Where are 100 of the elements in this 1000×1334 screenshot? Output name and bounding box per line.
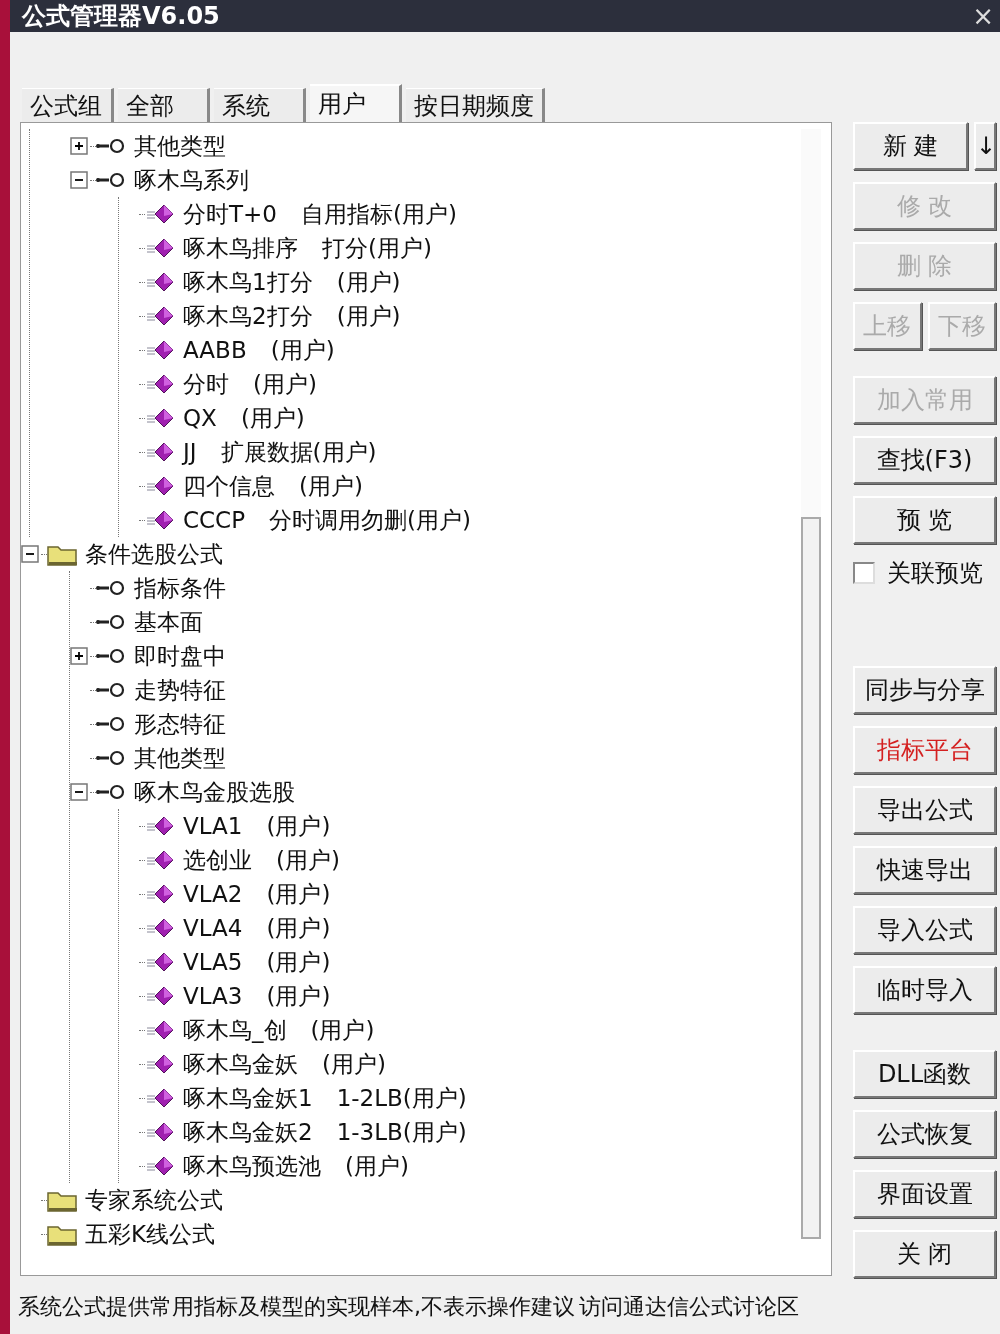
formula-note: (用户) — [336, 267, 401, 297]
checkbox[interactable] — [853, 562, 875, 584]
side-button[interactable]: DLL函数 — [853, 1050, 996, 1098]
formula-note: (用户) — [345, 1151, 409, 1181]
formula-icon — [145, 305, 175, 327]
formula-note: (用户) — [336, 301, 401, 331]
formula-name[interactable]: 啄木鸟排序 — [183, 232, 298, 264]
expand-icon[interactable] — [70, 137, 88, 155]
formula-icon — [145, 917, 175, 939]
formula-name[interactable]: 啄木鸟金妖2 — [183, 1116, 313, 1148]
formula-icon — [145, 951, 175, 973]
formula-icon — [145, 271, 175, 293]
folder-label[interactable]: 专家系统公式 — [85, 1184, 223, 1216]
forum-link[interactable]: 访问通达信公式讨论区 — [579, 1292, 799, 1322]
tab[interactable]: 全部 — [118, 88, 210, 122]
window-title: 公式管理器V6.05 — [22, 2, 220, 30]
formula-note: (用户) — [266, 981, 331, 1011]
folder-label[interactable]: 条件选股公式 — [85, 538, 223, 570]
formula-name[interactable]: 分时 — [183, 368, 229, 400]
formula-note: (用户) — [240, 403, 305, 433]
formula-icon — [145, 883, 175, 905]
formula-name[interactable]: 四个信息 — [183, 470, 275, 502]
category-label[interactable]: 啄木鸟系列 — [134, 164, 249, 196]
formula-note: (用户) — [253, 369, 317, 399]
side-button[interactable]: 界面设置 — [853, 1170, 996, 1218]
formula-note: 扩展数据(用户) — [220, 437, 377, 467]
formula-note: 1-3LB(用户) — [336, 1117, 467, 1147]
formula-icon — [145, 407, 175, 429]
formula-name[interactable]: VLA1 — [183, 813, 243, 839]
side-button[interactable]: 新 建 — [853, 122, 968, 170]
dropdown-button[interactable]: ↓ — [974, 122, 996, 170]
formula-icon — [145, 373, 175, 395]
formula-note: (用户) — [270, 335, 335, 365]
formula-icon — [145, 237, 175, 259]
side-button[interactable]: 公式恢复 — [853, 1110, 996, 1158]
formula-name[interactable]: VLA2 — [183, 881, 243, 907]
formula-name[interactable]: VLA5 — [183, 949, 243, 975]
formula-icon — [145, 1155, 175, 1177]
formula-icon — [145, 475, 175, 497]
category-label[interactable]: 其他类型 — [134, 742, 226, 774]
key-icon — [96, 614, 126, 630]
side-button[interactable]: 导入公式 — [853, 906, 996, 954]
key-icon — [96, 784, 126, 800]
category-label[interactable]: 啄木鸟金股选股 — [134, 776, 295, 808]
collapse-icon[interactable] — [21, 545, 39, 563]
tab[interactable]: 按日期频度 — [406, 88, 545, 122]
side-button[interactable]: 预 览 — [853, 496, 996, 544]
formula-name[interactable]: AABB — [183, 337, 247, 363]
side-button[interactable]: 查找(F3) — [853, 436, 996, 484]
close-button[interactable]: × — [966, 2, 1000, 30]
expand-icon[interactable] — [70, 647, 88, 665]
category-label[interactable]: 基本面 — [134, 606, 203, 638]
formula-name[interactable]: 啄木鸟金妖 — [183, 1048, 298, 1080]
collapse-icon[interactable] — [70, 783, 88, 801]
formula-note: (用户) — [276, 845, 340, 875]
formula-note: 打分(用户) — [322, 233, 432, 263]
formula-note: (用户) — [266, 879, 331, 909]
collapse-icon[interactable] — [70, 171, 88, 189]
formula-name[interactable]: CCCP — [183, 507, 246, 533]
formula-icon — [145, 815, 175, 837]
formula-name[interactable]: QX — [183, 405, 217, 431]
key-icon — [96, 648, 126, 664]
status-text: 系统公式提供常用指标及模型的实现样本,不表示操作建议 — [18, 1293, 575, 1321]
side-button[interactable]: 导出公式 — [853, 786, 996, 834]
category-label[interactable]: 指标条件 — [134, 572, 226, 604]
formula-name[interactable]: 啄木鸟_创 — [183, 1014, 287, 1046]
side-button[interactable]: 同步与分享 — [853, 666, 996, 714]
side-button[interactable]: 临时导入 — [853, 966, 996, 1014]
category-label[interactable]: 形态特征 — [134, 708, 226, 740]
category-label[interactable]: 走势特征 — [134, 674, 226, 706]
formula-icon — [145, 849, 175, 871]
formula-name[interactable]: 啄木鸟2打分 — [183, 300, 313, 332]
formula-note: (用户) — [266, 913, 331, 943]
formula-name[interactable]: VLA4 — [183, 915, 243, 941]
formula-name[interactable]: 分时T+0 — [183, 198, 277, 230]
tab[interactable]: 公式组 — [22, 88, 114, 122]
tab[interactable]: 用户 — [310, 84, 402, 122]
formula-note: 1-2LB(用户) — [336, 1083, 467, 1113]
formula-name[interactable]: 啄木鸟金妖1 — [183, 1082, 313, 1114]
scrollbar[interactable] — [801, 129, 821, 1239]
tab[interactable]: 系统 — [214, 88, 306, 122]
side-button[interactable]: 关 闭 — [853, 1230, 996, 1278]
scrollbar-thumb[interactable] — [801, 517, 821, 1239]
formula-name[interactable]: 啄木鸟1打分 — [183, 266, 313, 298]
formula-note: (用户) — [310, 1015, 375, 1045]
category-label[interactable]: 其他类型 — [134, 130, 226, 162]
formula-name[interactable]: JJ — [183, 439, 197, 465]
checkbox-label: 关联预览 — [887, 558, 983, 589]
formula-name[interactable]: 啄木鸟预选池 — [183, 1150, 321, 1182]
formula-name[interactable]: VLA3 — [183, 983, 243, 1009]
side-button[interactable]: 指标平台 — [853, 726, 996, 774]
side-button[interactable]: 快速导出 — [853, 846, 996, 894]
formula-icon — [145, 339, 175, 361]
category-label[interactable]: 即时盘中 — [134, 640, 226, 672]
formula-icon — [145, 985, 175, 1007]
key-icon — [96, 138, 126, 154]
folder-label[interactable]: 五彩K线公式 — [85, 1218, 216, 1250]
formula-name[interactable]: 选创业 — [183, 844, 252, 876]
formula-icon — [145, 1087, 175, 1109]
formula-note: 自用指标(用户) — [300, 199, 457, 229]
